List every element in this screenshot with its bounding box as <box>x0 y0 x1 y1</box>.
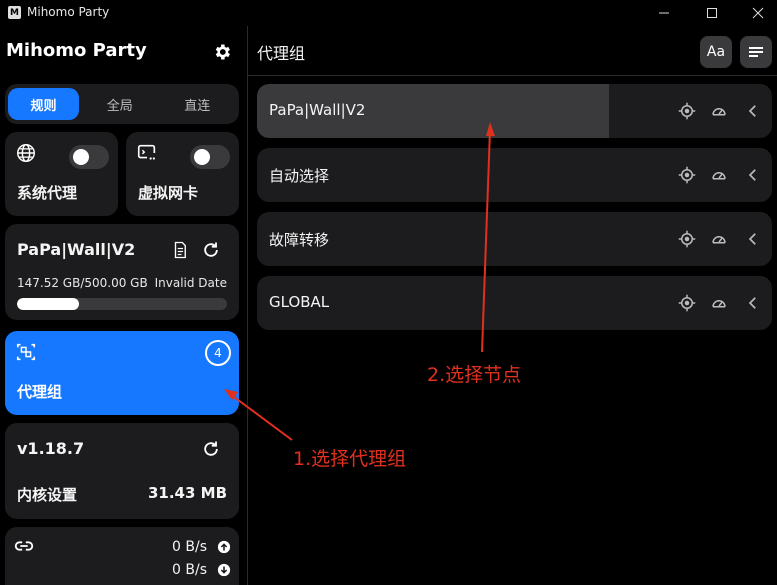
proxy-groups-card[interactable]: 4 代理组 <box>5 331 239 415</box>
main-header: 代理组 Aa <box>248 26 777 76</box>
proxy-group-count-badge: 4 <box>205 340 231 366</box>
locate-icon[interactable] <box>678 294 696 312</box>
link-icon <box>14 541 34 551</box>
group-name: 故障转移 <box>269 231 330 249</box>
locate-icon[interactable] <box>678 166 696 184</box>
download-speed: 0 B/s <box>172 562 207 578</box>
group-name: GLOBAL <box>269 293 330 311</box>
gear-icon <box>215 44 230 60</box>
speed-test-icon[interactable] <box>710 102 728 120</box>
mode-selector: 规则 全局 直连 <box>5 84 239 124</box>
mode-tab-global[interactable]: 全局 <box>81 88 159 120</box>
chevron-left-icon[interactable] <box>744 102 762 120</box>
system-proxy-label: 系统代理 <box>17 184 78 202</box>
core-card[interactable]: v1.18.7 内核设置 31.43 MB <box>5 423 239 519</box>
document-icon[interactable] <box>171 241 189 259</box>
switch-knob <box>194 149 210 165</box>
proxy-group-row[interactable]: 自动选择 <box>257 148 772 202</box>
speed-test-icon[interactable] <box>710 294 728 312</box>
settings-button[interactable] <box>212 42 232 62</box>
proxy-group-icon <box>16 343 36 361</box>
app-logo-icon: M <box>8 6 21 19</box>
speed-test-icon[interactable] <box>710 230 728 248</box>
group-name: 自动选择 <box>269 167 330 185</box>
close-button[interactable] <box>735 0 777 26</box>
upload-speed: 0 B/s <box>172 539 207 555</box>
proxy-group-row[interactable]: PaPa|Wall|V2 <box>257 84 772 138</box>
font-size-button[interactable]: Aa <box>700 36 732 68</box>
core-memory: 31.43 MB <box>147 484 227 502</box>
refresh-icon[interactable] <box>201 240 221 260</box>
arrow-down-circle-icon <box>217 563 231 577</box>
minimize-button[interactable] <box>641 0 687 26</box>
subscription-expire: Invalid Date <box>154 276 227 290</box>
proxy-group-row[interactable]: GLOBAL <box>257 276 772 330</box>
sidebar: Mihomo Party 规则 全局 直连 系统代理 虚拟网卡 PaPa|Wal… <box>0 26 246 585</box>
maximize-button[interactable] <box>689 0 735 26</box>
globe-icon <box>17 144 35 162</box>
minimize-icon <box>659 12 669 14</box>
maximize-icon <box>707 8 717 18</box>
close-icon <box>752 7 764 19</box>
chevron-left-icon[interactable] <box>744 166 762 184</box>
mode-tab-rule[interactable]: 规则 <box>8 88 79 120</box>
sort-lines-icon <box>749 47 763 57</box>
group-name: PaPa|Wall|V2 <box>269 101 366 119</box>
page-title: 代理组 <box>257 44 306 63</box>
usage-progress-fill <box>17 298 79 310</box>
switch-knob <box>73 149 89 165</box>
arrow-up-circle-icon <box>217 540 231 554</box>
subscription-usage: 147.52 GB/500.00 GB <box>17 276 148 290</box>
speed-test-icon[interactable] <box>710 166 728 184</box>
chevron-left-icon[interactable] <box>744 230 762 248</box>
usage-progress <box>17 298 227 310</box>
tun-icon <box>137 144 156 160</box>
tun-card[interactable]: 虚拟网卡 <box>126 132 239 216</box>
mode-tab-direct[interactable]: 直连 <box>159 88 237 120</box>
core-version: v1.18.7 <box>17 439 85 458</box>
proxy-groups-label: 代理组 <box>17 383 63 401</box>
brand-title: Mihomo Party <box>6 40 147 61</box>
locate-icon[interactable] <box>678 230 696 248</box>
system-proxy-switch[interactable] <box>69 145 109 169</box>
locate-icon[interactable] <box>678 102 696 120</box>
chevron-left-icon[interactable] <box>744 294 762 312</box>
system-proxy-card[interactable]: 系统代理 <box>5 132 118 216</box>
main-panel: 代理组 Aa PaPa|Wall|V2 自动选择 故障转移 GLOBAL <box>247 26 777 585</box>
refresh-icon[interactable] <box>201 439 221 459</box>
title-bar: M Mihomo Party <box>0 0 777 26</box>
window-title: Mihomo Party <box>27 5 110 19</box>
core-settings-label: 内核设置 <box>17 486 78 504</box>
subscription-card[interactable]: PaPa|Wall|V2 147.52 GB/500.00 GB Invalid… <box>5 224 239 320</box>
tun-label: 虚拟网卡 <box>138 184 199 202</box>
tun-switch[interactable] <box>190 145 230 169</box>
proxy-group-row[interactable]: 故障转移 <box>257 212 772 266</box>
traffic-card[interactable]: 0 B/s 0 B/s <box>5 527 239 585</box>
sort-button[interactable] <box>740 36 772 68</box>
subscription-name: PaPa|Wall|V2 <box>17 240 136 259</box>
